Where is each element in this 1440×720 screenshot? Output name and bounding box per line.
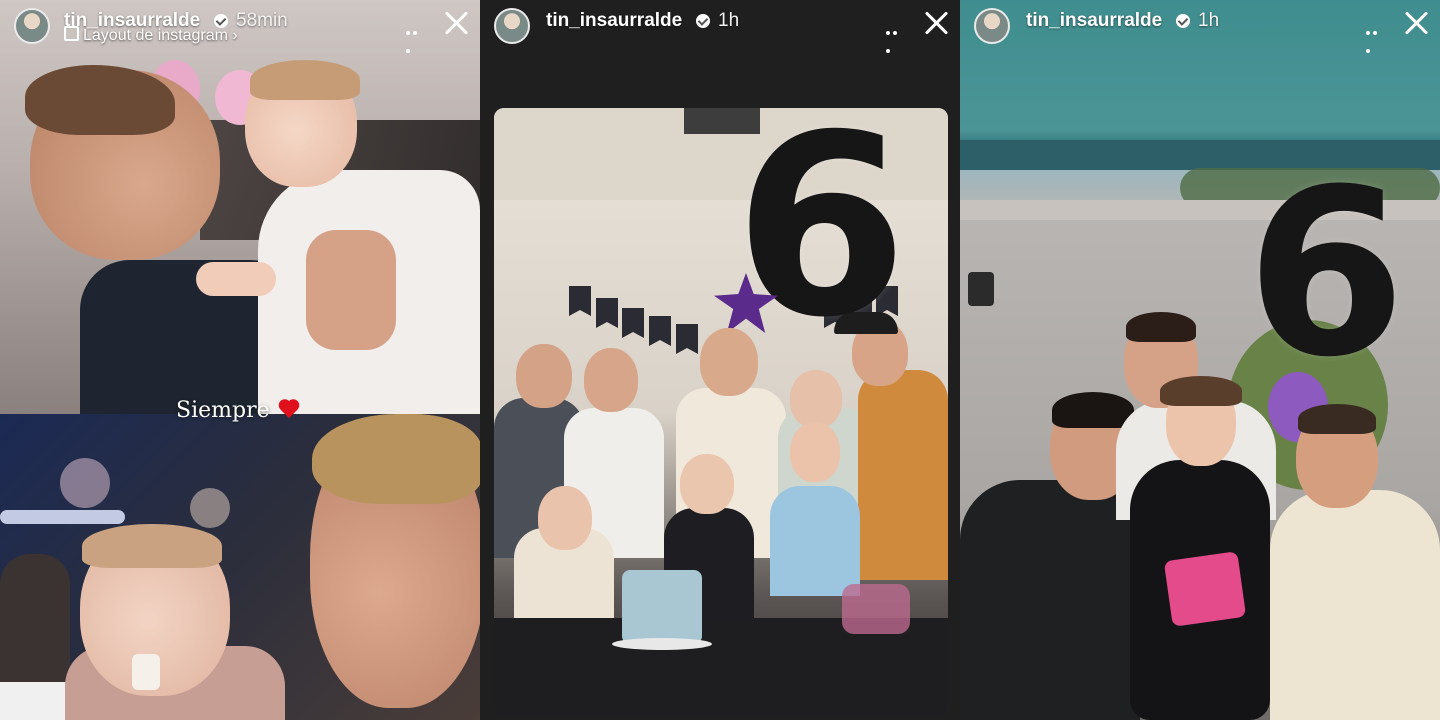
post-time: 1h — [1198, 10, 1220, 31]
verified-badge-icon — [696, 14, 710, 28]
close-icon[interactable] — [1402, 8, 1430, 36]
story-panel-2[interactable]: 6 tin_insaurralde 1h — [480, 0, 960, 720]
story-panel-1[interactable]: Siempre tin_insaurralde 58min Layout de … — [0, 0, 480, 720]
number-balloon: 6 — [1246, 141, 1407, 408]
photo-top — [0, 0, 480, 420]
avatar[interactable] — [974, 8, 1010, 44]
avatar[interactable] — [14, 8, 50, 44]
post-time: 58min — [236, 10, 288, 31]
layout-link-label: Layout de instagram › — [83, 27, 238, 44]
story-panel-3[interactable]: 6 tin_insaurralde 1h — [960, 0, 1440, 720]
layout-icon — [64, 26, 79, 41]
close-icon[interactable] — [922, 8, 950, 36]
story-header: tin_insaurralde 58min Layout de instagra… — [0, 0, 480, 58]
avatar[interactable] — [494, 8, 530, 44]
more-options-icon[interactable] — [406, 22, 426, 53]
username[interactable]: tin_insaurralde — [546, 10, 682, 32]
story-header: tin_insaurralde 1h — [960, 0, 1440, 58]
stories-collage: Siempre tin_insaurralde 58min Layout de … — [0, 0, 1440, 720]
story-caption: Siempre — [176, 398, 270, 423]
heart-icon — [278, 400, 300, 420]
verified-badge-icon — [1176, 14, 1190, 28]
more-options-icon[interactable] — [886, 22, 906, 53]
username[interactable]: tin_insaurralde — [1026, 10, 1162, 32]
post-time: 1h — [718, 10, 740, 31]
more-options-icon[interactable] — [1366, 22, 1386, 53]
close-icon[interactable] — [442, 8, 470, 36]
story-header: tin_insaurralde 1h — [480, 0, 960, 58]
photo-bottom — [0, 414, 480, 720]
photo-outdoor: 6 — [960, 0, 1440, 720]
photo-party: 6 — [494, 108, 948, 716]
layout-link[interactable]: Layout de instagram › — [64, 26, 238, 45]
